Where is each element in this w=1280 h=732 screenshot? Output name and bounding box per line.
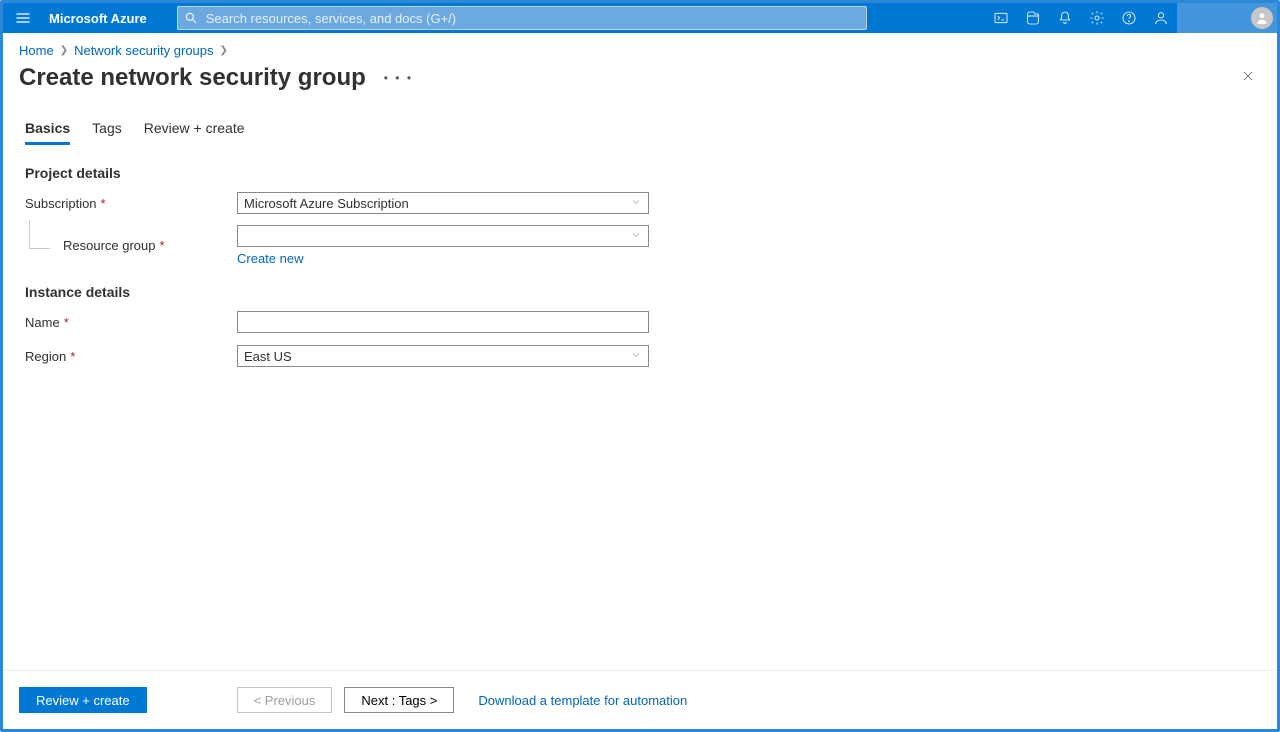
feedback-icon[interactable] xyxy=(1145,3,1177,33)
settings-icon[interactable] xyxy=(1081,3,1113,33)
create-new-rg-link[interactable]: Create new xyxy=(237,251,303,266)
top-bar: Microsoft Azure xyxy=(3,3,1277,33)
global-search[interactable] xyxy=(177,6,867,30)
section-project-details: Project details xyxy=(25,165,1255,181)
name-label: Name* xyxy=(25,315,237,330)
form-body: Project details Subscription* i Microsof… xyxy=(3,145,1277,670)
tab-tags[interactable]: Tags xyxy=(92,120,122,145)
account-area[interactable] xyxy=(1177,3,1277,33)
avatar[interactable] xyxy=(1251,7,1273,29)
directories-icon[interactable] xyxy=(1017,3,1049,33)
more-actions-icon[interactable]: • • • xyxy=(384,71,413,85)
breadcrumb-home[interactable]: Home xyxy=(19,43,54,58)
region-select[interactable]: East US xyxy=(237,345,649,367)
section-instance-details: Instance details xyxy=(25,284,1255,300)
chevron-right-icon: ❯ xyxy=(60,45,68,56)
resource-group-label: Resource group* i xyxy=(25,238,237,253)
name-input[interactable] xyxy=(244,314,642,331)
chevron-down-icon xyxy=(630,229,642,244)
close-blade-button[interactable] xyxy=(1241,69,1255,88)
breadcrumb-nsg[interactable]: Network security groups xyxy=(74,43,213,58)
menu-icon[interactable] xyxy=(3,3,43,33)
brand-label[interactable]: Microsoft Azure xyxy=(43,11,177,26)
review-create-button[interactable]: Review + create xyxy=(19,687,147,713)
previous-button: < Previous xyxy=(237,687,333,713)
wizard-footer: Review + create < Previous Next : Tags >… xyxy=(3,670,1277,729)
tab-basics[interactable]: Basics xyxy=(25,120,70,145)
region-label: Region* xyxy=(25,349,237,364)
chevron-right-icon: ❯ xyxy=(220,45,228,56)
next-button[interactable]: Next : Tags > xyxy=(344,687,454,713)
notifications-icon[interactable] xyxy=(1049,3,1081,33)
resource-group-select[interactable] xyxy=(237,225,649,247)
top-bar-actions xyxy=(985,3,1177,33)
page-title: Create network security group xyxy=(19,64,366,92)
chevron-down-icon xyxy=(630,349,642,364)
help-icon[interactable] xyxy=(1113,3,1145,33)
tab-review[interactable]: Review + create xyxy=(144,120,245,145)
subscription-value: Microsoft Azure Subscription xyxy=(244,196,409,211)
breadcrumb: Home ❯ Network security groups ❯ xyxy=(3,33,1277,62)
search-icon xyxy=(184,11,198,25)
search-input[interactable] xyxy=(204,10,860,27)
subscription-label: Subscription* i xyxy=(25,196,237,211)
cloud-shell-icon[interactable] xyxy=(985,3,1017,33)
region-value: East US xyxy=(244,349,292,364)
wizard-tabs: Basics Tags Review + create xyxy=(3,110,1277,145)
subscription-select[interactable]: Microsoft Azure Subscription xyxy=(237,192,649,214)
name-input-wrapper[interactable] xyxy=(237,311,649,333)
download-template-link[interactable]: Download a template for automation xyxy=(478,693,687,708)
chevron-down-icon xyxy=(630,196,642,211)
